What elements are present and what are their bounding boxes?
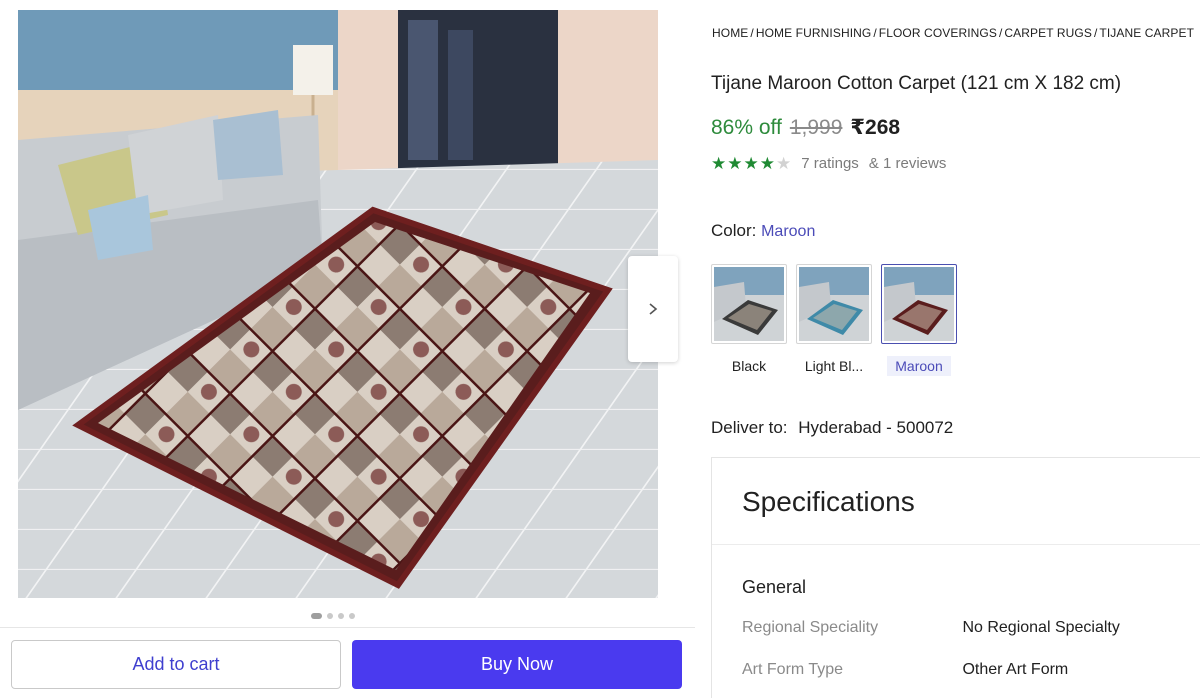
- original-price: 1,999: [789, 116, 843, 139]
- color-option[interactable]: Maroon: [881, 264, 957, 376]
- breadcrumb-item[interactable]: TIJANE CARPET: [1099, 26, 1194, 40]
- spec-row: Regional Speciality No Regional Specialt…: [742, 619, 1120, 637]
- add-to-cart-button[interactable]: Add to cart: [11, 640, 341, 689]
- product-image[interactable]: [18, 10, 658, 598]
- color-option[interactable]: Black: [711, 264, 787, 376]
- spec-value: Other Art Form: [962, 661, 1069, 678]
- reviews-count: & 1 reviews: [868, 155, 947, 172]
- product-title: Tijane Maroon Cotton Carpet (121 cm X 18…: [711, 73, 1122, 94]
- selected-color: Maroon: [761, 223, 816, 240]
- action-bar: Add to cart Buy Now: [0, 627, 695, 698]
- breadcrumb: HOME / HOME FURNISHING / FLOOR COVERINGS / CAR…: [711, 26, 1195, 40]
- color-thumbnail: [796, 264, 872, 344]
- color-swatches: Black Light Bl... Maroon: [711, 264, 957, 376]
- spec-key: Regional Speciality: [742, 619, 879, 636]
- spec-group-title: General: [742, 577, 807, 597]
- breadcrumb-item[interactable]: HOME FURNISHING: [756, 26, 872, 40]
- pagination-dot[interactable]: [311, 613, 322, 619]
- buy-now-button[interactable]: Buy Now: [352, 640, 682, 689]
- star-filled-icon: ★: [711, 154, 727, 173]
- divider: [712, 544, 1200, 545]
- breadcrumb-item[interactable]: HOME: [712, 26, 748, 40]
- color-option-name: Light Bl...: [804, 358, 864, 374]
- ratings-count: 7 ratings: [801, 155, 859, 172]
- spec-value: No Regional Specialty: [962, 619, 1120, 636]
- chevron-right-icon: [649, 303, 658, 315]
- star-empty-icon: ★: [776, 154, 792, 173]
- carpet-room-image: [18, 10, 658, 598]
- color-option-name: Black: [731, 358, 767, 374]
- star-filled-icon: ★: [759, 154, 775, 173]
- deliver-label: Deliver to:: [711, 418, 788, 437]
- breadcrumb-separator: /: [998, 26, 1003, 40]
- color-thumbnail: [711, 264, 787, 344]
- color-label: Color: Maroon: [711, 221, 815, 241]
- color-label-text: Color:: [711, 221, 757, 240]
- breadcrumb-separator: /: [1093, 26, 1098, 40]
- star-filled-icon: ★: [727, 154, 743, 173]
- spec-key: Art Form Type: [742, 661, 844, 678]
- delivery-row[interactable]: Deliver to: Hyderabad - 500072: [711, 418, 953, 438]
- color-option-name: Maroon: [887, 356, 951, 376]
- price-row: 86% off 1,999 ₹268: [711, 115, 900, 140]
- delivery-location: Hyderabad - 500072: [798, 418, 954, 437]
- color-option[interactable]: Light Bl...: [796, 264, 872, 376]
- star-filled-icon: ★: [743, 154, 759, 173]
- breadcrumb-item[interactable]: CARPET RUGS: [1004, 26, 1092, 40]
- selling-price: ₹268: [850, 116, 901, 139]
- pagination-dot[interactable]: [349, 613, 355, 619]
- color-thumbnail: [881, 264, 957, 344]
- discount-percent: 86% off: [711, 116, 782, 139]
- rating-stars: ★ ★ ★ ★ ★: [711, 155, 791, 172]
- image-pagination-dots: [311, 613, 355, 619]
- spec-row: Art Form Type Other Art Form: [742, 661, 1068, 679]
- rating-row[interactable]: ★ ★ ★ ★ ★ 7 ratings & 1 reviews: [711, 155, 946, 172]
- specifications-heading: Specifications: [742, 486, 915, 517]
- specifications-panel: Specifications General Regional Speciali…: [711, 457, 1200, 698]
- breadcrumb-item[interactable]: FLOOR COVERINGS: [879, 26, 997, 40]
- pagination-dot[interactable]: [327, 613, 333, 619]
- next-image-button[interactable]: [628, 256, 678, 362]
- breadcrumb-separator: /: [750, 26, 754, 40]
- breadcrumb-separator: /: [873, 26, 877, 40]
- pagination-dot[interactable]: [338, 613, 344, 619]
